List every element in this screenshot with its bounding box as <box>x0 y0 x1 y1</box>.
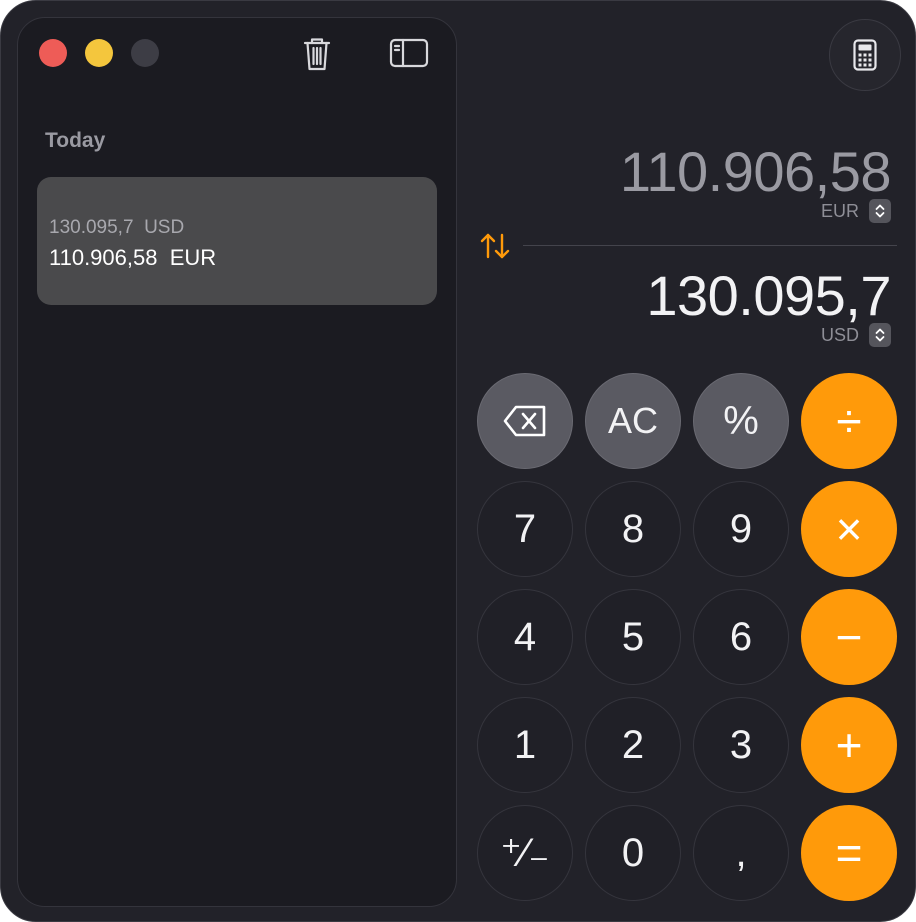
swap-arrows-icon[interactable] <box>479 231 511 261</box>
clear-button[interactable]: AC <box>585 373 681 469</box>
minus-button[interactable]: − <box>801 589 897 685</box>
plus-minus-button[interactable]: ⁺∕₋ <box>477 805 573 901</box>
divide-button[interactable]: ÷ <box>801 373 897 469</box>
digit-6-button[interactable]: 6 <box>693 589 789 685</box>
history-section-title: Today <box>45 129 106 152</box>
backspace-icon <box>503 405 546 437</box>
converted-value-display: 110.906,58 <box>619 140 892 203</box>
digit-4-button[interactable]: 4 <box>477 589 573 685</box>
digit-2-button[interactable]: 2 <box>585 697 681 793</box>
zoom-window-button[interactable] <box>131 39 159 67</box>
input-value-display: 130.095,7 <box>646 264 891 327</box>
calculator-window: Today 130.095,7 USD 110.906,58 EUR 110.9… <box>0 0 916 922</box>
percent-button[interactable]: % <box>693 373 789 469</box>
digit-9-button[interactable]: 9 <box>693 481 789 577</box>
sidebar-toggle-icon[interactable] <box>389 37 429 69</box>
chevron-updown-icon <box>869 199 891 223</box>
equals-button[interactable]: = <box>801 805 897 901</box>
chevron-updown-icon <box>869 323 891 347</box>
calculator-mode-button[interactable] <box>829 19 901 91</box>
decimal-button[interactable]: , <box>693 805 789 901</box>
currency-picker-top[interactable]: EUR <box>821 199 891 223</box>
digit-3-button[interactable]: 3 <box>693 697 789 793</box>
digit-8-button[interactable]: 8 <box>585 481 681 577</box>
calculator-icon <box>853 39 877 71</box>
close-window-button[interactable] <box>39 39 67 67</box>
history-item[interactable]: 130.095,7 USD 110.906,58 EUR <box>37 177 437 305</box>
history-to-value: 110.906,58 EUR <box>49 245 217 270</box>
minimize-window-button[interactable] <box>85 39 113 67</box>
digit-7-button[interactable]: 7 <box>477 481 573 577</box>
display-divider <box>523 245 897 246</box>
trash-icon[interactable] <box>301 35 333 73</box>
history-from-value: 130.095,7 USD <box>49 217 185 238</box>
plus-button[interactable]: + <box>801 697 897 793</box>
multiply-button[interactable]: × <box>801 481 897 577</box>
currency-picker-bottom[interactable]: USD <box>821 323 891 347</box>
digit-5-button[interactable]: 5 <box>585 589 681 685</box>
backspace-button[interactable] <box>477 373 573 469</box>
currency-code-bottom: USD <box>820 324 859 345</box>
currency-code-top: EUR <box>820 200 859 221</box>
clear-label: AC <box>607 400 658 441</box>
digit-0-button[interactable]: 0 <box>585 805 681 901</box>
digit-1-button[interactable]: 1 <box>477 697 573 793</box>
